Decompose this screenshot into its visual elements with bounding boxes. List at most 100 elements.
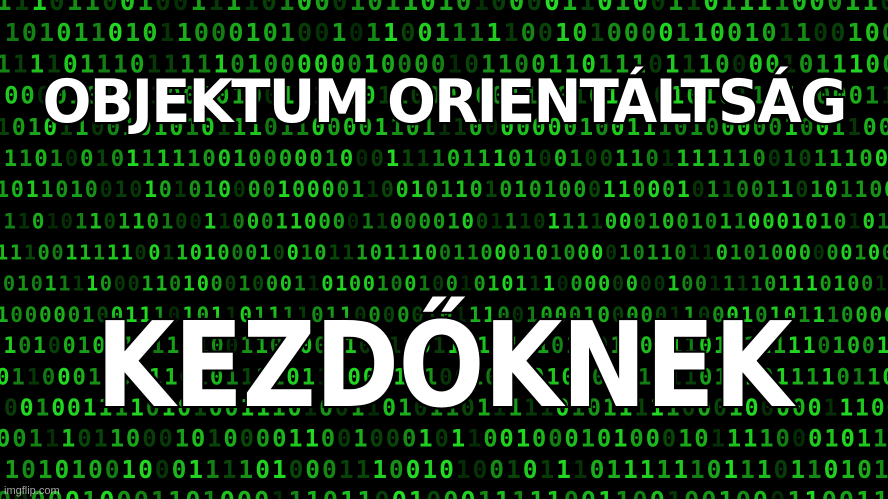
binary-digit: 0 — [42, 364, 56, 390]
binary-digit: 0 — [155, 455, 170, 484]
binary-digit: 0 — [128, 272, 140, 296]
binary-digit: 0 — [658, 18, 673, 47]
binary-digit: 0 — [752, 146, 766, 172]
binary-digit: 1 — [93, 241, 105, 265]
binary-digit: 0 — [4, 82, 18, 110]
binary-digit: 1 — [331, 18, 346, 47]
binary-digit: 0 — [813, 18, 828, 47]
binary-digit: 0 — [0, 425, 10, 453]
binary-row: 0101111000110100010001101001001001010111… — [3, 272, 887, 296]
binary-digit: 0 — [433, 208, 446, 233]
binary-digit: 0 — [224, 272, 236, 296]
binary-digit: 0 — [211, 272, 223, 296]
binary-digit: 0 — [751, 178, 764, 203]
binary-digit: 1 — [290, 208, 303, 233]
binary-row: 1110110010011110100010110101000011010011… — [0, 0, 888, 17]
binary-digit: 1 — [693, 18, 708, 47]
binary-digit: 1 — [640, 455, 655, 484]
binary-digit: 0 — [304, 208, 317, 233]
binary-digit: 1 — [4, 455, 19, 484]
binary-digit: 0 — [884, 302, 888, 327]
binary-digit: 1 — [208, 0, 224, 17]
binary-digit: 0 — [297, 18, 312, 47]
binary-digit: 0 — [88, 455, 103, 484]
binary-digit: 1 — [523, 146, 537, 172]
binary-digit: 0 — [51, 241, 63, 265]
binary-digit: 0 — [55, 455, 70, 484]
binary-digit: 1 — [72, 272, 84, 296]
binary-digit: 0 — [792, 0, 808, 17]
binary-digit: 1 — [847, 18, 862, 47]
binary-digit: 1 — [661, 146, 675, 172]
binary-digit: 1 — [372, 455, 387, 484]
binary-digit: 0 — [228, 18, 243, 47]
binary-digit: 0 — [254, 486, 269, 499]
binary-digit: 1 — [877, 208, 888, 233]
binary-digit: 0 — [248, 178, 261, 203]
binary-digit: 0 — [217, 241, 229, 265]
binary-digit: 1 — [730, 241, 742, 265]
binary-digit: 1 — [854, 178, 867, 203]
binary-digit: 0 — [138, 455, 153, 484]
binary-digit: 1 — [556, 455, 571, 484]
binary-digit: 1 — [438, 0, 454, 17]
binary-digit: 1 — [177, 18, 192, 47]
binary-digit: 0 — [279, 146, 293, 172]
binary-digit: 0 — [834, 208, 847, 233]
binary-digit: 1 — [325, 146, 339, 172]
binary-digit: 0 — [185, 486, 200, 499]
binary-digit: 0 — [633, 0, 649, 17]
binary-digit: 0 — [294, 146, 308, 172]
binary-digit: 1 — [202, 486, 217, 499]
binary-digit: 0 — [701, 486, 716, 499]
binary-digit: 0 — [233, 178, 246, 203]
binary-digit: 0 — [861, 272, 873, 296]
binary-digit: 0 — [508, 241, 520, 265]
binary-digit: 1 — [95, 146, 109, 172]
binary-digit: 0 — [322, 455, 337, 484]
binary-digit: 1 — [174, 178, 187, 203]
binary-digit: 0 — [847, 334, 860, 359]
binary-digit: 0 — [443, 486, 458, 499]
binary-digit: 0 — [641, 18, 656, 47]
binary-digit: 0 — [650, 486, 665, 499]
binary-digit: 0 — [32, 208, 45, 233]
binary-digit: 1 — [690, 455, 705, 484]
binary-digit: 1 — [0, 302, 9, 327]
binary-digit: 0 — [523, 455, 538, 484]
binary-digit: 0 — [792, 425, 806, 453]
binary-digit: 0 — [840, 241, 852, 265]
binary-digit: 0 — [355, 146, 369, 172]
binary-digit: 1 — [29, 425, 43, 453]
binary-digit: 0 — [49, 0, 65, 17]
binary-digit: 0 — [645, 146, 659, 172]
binary-digit: 1 — [848, 208, 861, 233]
binary-digit: 0 — [188, 178, 201, 203]
binary-digit: 0 — [707, 455, 722, 484]
binary-digit: 1 — [619, 241, 631, 265]
binary-row: 1101001011111001000001000111101110100100… — [4, 146, 888, 172]
binary-digit: 0 — [824, 455, 839, 484]
binary-digit: 1 — [757, 455, 772, 484]
binary-digit: 0 — [859, 146, 873, 172]
binary-digit: 1 — [460, 272, 472, 296]
binary-digit: 1 — [874, 455, 888, 484]
binary-digit: 1 — [780, 178, 793, 203]
binary-digit: 0 — [116, 486, 131, 499]
binary-digit: 1 — [774, 0, 790, 17]
binary-digit: 0 — [349, 18, 364, 47]
binary-digit: 1 — [544, 178, 557, 203]
binary-digit: 1 — [744, 18, 759, 47]
binary-digit: 0 — [261, 208, 274, 233]
binary-digit: 1 — [191, 0, 207, 17]
binary-digit: 1 — [478, 486, 493, 499]
binary-digit: 1 — [75, 208, 88, 233]
binary-digit: 0 — [447, 146, 461, 172]
binary-digit: 1 — [226, 0, 242, 17]
binary-digit: 0 — [99, 486, 114, 499]
binary-digit: 0 — [39, 302, 52, 327]
binary-digit: 0 — [252, 272, 264, 296]
binary-digit: 1 — [82, 486, 97, 499]
binary-digit: 1 — [17, 272, 29, 296]
binary-digit: 1 — [46, 208, 59, 233]
